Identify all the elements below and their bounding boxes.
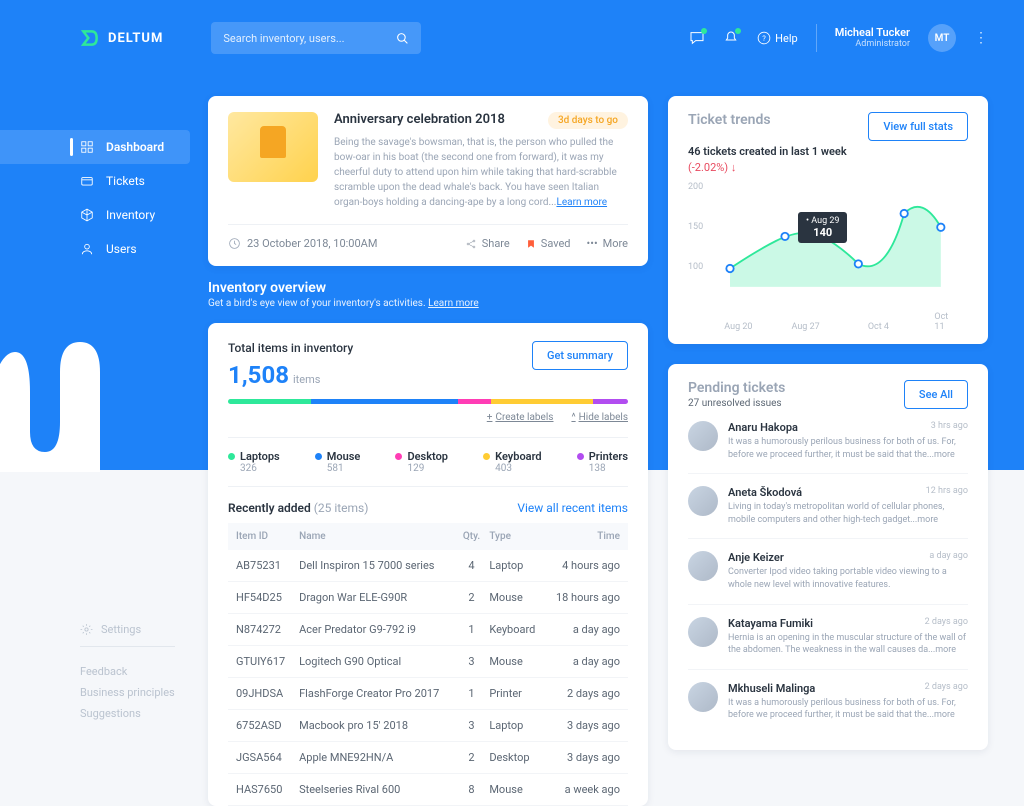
footer-link[interactable]: Feedback (80, 661, 175, 682)
get-summary-button[interactable]: Get summary (532, 341, 628, 370)
ticket-avatar (688, 421, 718, 451)
trends-chart: 200 150 100 • Aug 29140 Aug 20 Aug 27 Oc… (688, 182, 968, 332)
chart-tooltip: • Aug 29140 (798, 212, 847, 243)
table-row[interactable]: N874272Acer Predator G9-792 i91Keyboarda… (228, 614, 628, 646)
inventory-count: 1,508items (228, 361, 353, 389)
table-row[interactable]: HAS7650Steelseries Rival 6008Mousea week… (228, 774, 628, 806)
nav-tickets[interactable]: Tickets (0, 164, 190, 198)
dots-icon: ••• (587, 237, 598, 250)
table-row[interactable]: JGSA564Apple MNE92HN/A2Desktop3 days ago (228, 742, 628, 774)
create-labels-link[interactable]: + Create labels (487, 412, 554, 423)
ticket-avatar (688, 486, 718, 516)
nav-icon (80, 174, 94, 188)
anniversary-text: Being the savage's bowsman, that is, the… (334, 135, 628, 210)
ticket-avatar (688, 617, 718, 647)
anniversary-illustration (228, 112, 318, 182)
search-box[interactable] (211, 22, 421, 54)
help-link[interactable]: ?Help (757, 31, 798, 45)
inventory-heading: Total items in inventory (228, 341, 353, 355)
search-input[interactable] (223, 32, 396, 45)
footer-link[interactable]: Suggestions (80, 703, 175, 724)
user-menu-icon[interactable]: ⋮ (974, 30, 988, 46)
recent-heading: Recently added (228, 501, 311, 515)
see-all-button[interactable]: See All (904, 380, 968, 409)
table-row[interactable]: GTUIY617Logitech G90 Optical3Mousea day … (228, 646, 628, 678)
user-block[interactable]: Micheal Tucker Administrator (835, 26, 910, 50)
bookmark-icon (526, 238, 536, 250)
table-row[interactable]: 09JHDSAFlashForge Creator Pro 20171Print… (228, 678, 628, 710)
category-item: Mouse581 (315, 450, 361, 474)
ticket-avatar (688, 551, 718, 581)
sidebar-footer: Settings FeedbackBusiness principlesSugg… (80, 619, 175, 728)
recent-table: Item IDNameQty.TypeTime AB75231Dell Insp… (228, 523, 628, 806)
ticket-avatar (688, 682, 718, 712)
settings-link[interactable]: Settings (80, 619, 175, 647)
ticket-item[interactable]: Aneta Škodová12 hrs agoLiving in today's… (688, 474, 968, 539)
brand-logo[interactable]: DELTUM (80, 28, 163, 48)
pending-title: Pending tickets (688, 380, 785, 396)
footer-link[interactable]: Business principles (80, 682, 175, 703)
notifications-icon[interactable] (723, 30, 739, 46)
search-icon (396, 32, 409, 45)
trends-card: Ticket trends View full stats 46 tickets… (668, 96, 988, 344)
hide-labels-link[interactable]: ^ Hide labels (571, 412, 628, 423)
nav-inventory[interactable]: Inventory (0, 198, 190, 232)
user-role: Administrator (835, 39, 910, 50)
trends-subtitle: 46 tickets created in last 1 week (688, 145, 968, 158)
brand-text: DELTUM (108, 31, 163, 46)
share-icon (465, 238, 477, 250)
category-bar (228, 399, 628, 404)
category-item: Keyboard403 (483, 450, 542, 474)
anniversary-card: Anniversary celebration 2018 3d days to … (208, 96, 648, 266)
user-name: Micheal Tucker (835, 26, 910, 39)
messages-icon[interactable] (689, 30, 705, 46)
clock-icon (228, 237, 241, 250)
nav-icon (80, 140, 94, 154)
saved-button[interactable]: Saved (526, 237, 571, 250)
sidebar: DashboardTicketsInventoryUsers (0, 130, 190, 266)
nav-icon (80, 242, 94, 256)
nav-icon (80, 208, 94, 222)
ticket-item[interactable]: Anje Keizera day agoConverter Ipod video… (688, 539, 968, 604)
ticket-item[interactable]: Anaru Hakopa3 hrs agoIt was a humorously… (688, 409, 968, 474)
table-row[interactable]: 6752ASDMacbook pro 15' 20183Laptop3 days… (228, 710, 628, 742)
category-item: Printers138 (577, 450, 628, 474)
learn-more-link[interactable]: Learn more (556, 197, 607, 208)
nav-dashboard[interactable]: Dashboard (0, 130, 190, 164)
ticket-item[interactable]: Katayama Fumiki2 days agoHernia is an op… (688, 605, 968, 670)
anniversary-date: 23 October 2018, 10:00AM (247, 237, 377, 250)
avatar[interactable]: MT (928, 24, 956, 52)
category-item: Desktop129 (395, 450, 448, 474)
table-row[interactable]: AB75231Dell Inspiron 15 7000 series4Lapt… (228, 550, 628, 582)
pending-card: Pending tickets 27 unresolved issues See… (668, 364, 988, 750)
days-badge: 3d days to go (548, 112, 628, 129)
overview-heading: Inventory overview Get a bird's eye view… (208, 280, 648, 309)
svg-text:?: ? (762, 34, 766, 43)
table-row[interactable]: HF54D25Dragon War ELE-G90R2Mouse18 hours… (228, 582, 628, 614)
pending-subtitle: 27 unresolved issues (688, 398, 785, 409)
category-item: Laptops326 (228, 450, 280, 474)
trends-title: Ticket trends (688, 112, 771, 128)
more-button[interactable]: •••More (587, 237, 628, 250)
ticket-item[interactable]: Mkhuseli Malinga2 days agoIt was a humor… (688, 670, 968, 734)
overview-learn-more[interactable]: Learn more (428, 298, 479, 309)
view-stats-button[interactable]: View full stats (868, 112, 968, 141)
gear-icon (80, 623, 93, 636)
trends-percent: (-2.02%) ↓ (688, 161, 968, 174)
share-button[interactable]: Share (465, 237, 510, 250)
view-all-recent-link[interactable]: View all recent items (517, 501, 628, 515)
inventory-card: Total items in inventory 1,508items Get … (208, 323, 648, 806)
nav-users[interactable]: Users (0, 232, 190, 266)
anniversary-title: Anniversary celebration 2018 (334, 112, 505, 127)
